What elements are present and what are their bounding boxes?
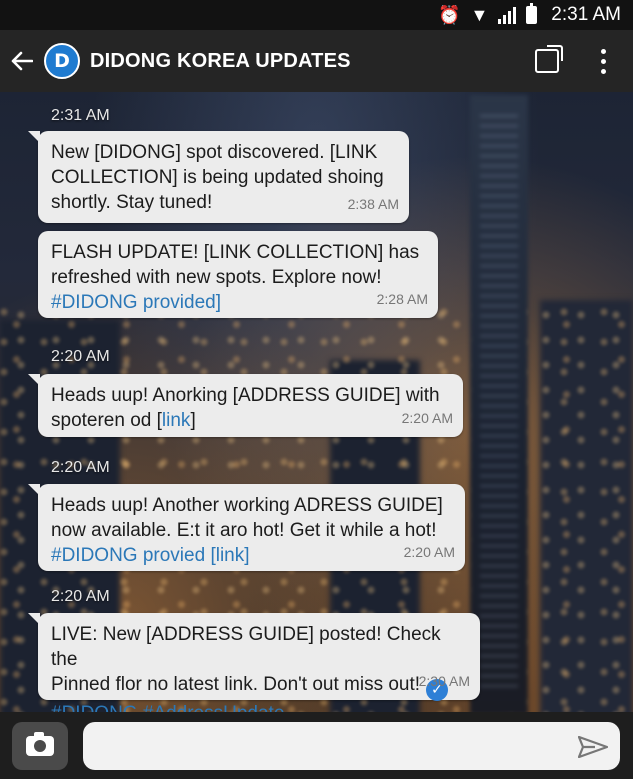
- square-icon[interactable]: [535, 45, 563, 73]
- battery-icon: [526, 3, 538, 24]
- more-vert-icon[interactable]: [601, 48, 606, 74]
- app-bar: D DIDONG KOREA UPDATES: [0, 30, 633, 92]
- timestamp: 2:20 AM: [51, 348, 110, 365]
- message-bubble[interactable]: Heads uup! Anorking [ADDRESS GUIDE] with…: [28, 374, 463, 437]
- message-bubble[interactable]: LIVE: New [ADDRESS GUIDE] posted! Check …: [28, 613, 480, 724]
- message-text: New [DIDONG] spot discovered. [LINK: [51, 142, 378, 163]
- message-text: COLLECTION] is being updated shoing: [51, 167, 384, 188]
- message-input[interactable]: [83, 722, 620, 770]
- message-bubble[interactable]: New [DIDONG] spot discovered. [LINK COLL…: [28, 131, 409, 223]
- message-bubble[interactable]: FLASH UPDATE! [LINK COLLECTION] has refr…: [38, 231, 438, 318]
- chat-title[interactable]: DIDONG KOREA UPDATES: [90, 50, 351, 73]
- input-bar: [0, 712, 633, 779]
- avatar[interactable]: D: [44, 43, 80, 79]
- signal-icon: [498, 6, 517, 24]
- send-icon[interactable]: [578, 736, 608, 758]
- message-text: Pinned flor no latest link. Don't out mi…: [51, 672, 466, 701]
- message-bubble[interactable]: Heads uup! Another working ADRESS GUIDE]…: [28, 484, 465, 571]
- timestamp: 2:31 AM: [51, 107, 110, 124]
- status-time: 2:31 AM: [551, 4, 621, 25]
- message-text: spoteren od [link]: [51, 410, 196, 431]
- message-link[interactable]: link: [162, 410, 191, 431]
- back-arrow-icon[interactable]: [0, 30, 44, 92]
- camera-icon: [26, 732, 54, 756]
- message-time: 2:38 AM: [347, 196, 399, 212]
- message-time: 2:30 AM: [418, 673, 470, 689]
- message-text: refreshed with new spots. Explore now!: [51, 267, 382, 288]
- hashtag-link[interactable]: #DIDONG provied [link]: [51, 543, 451, 568]
- message-text: now available. E:t it aro hot! Get it wh…: [51, 520, 437, 541]
- camera-button[interactable]: [12, 722, 68, 770]
- timestamp: 2:20 AM: [51, 588, 110, 605]
- avatar-letter: D: [54, 50, 70, 72]
- wifi-icon: ▼: [470, 5, 489, 25]
- message-text: shortly. Stay tuned!: [51, 192, 213, 213]
- message-text: Heads uup! Anorking [ADDRESS GUIDE] with: [51, 385, 440, 406]
- message-time: 2:28 AM: [376, 291, 428, 307]
- status-bar: ⏰ ▼ 2:31 AM: [0, 0, 633, 30]
- message-text: LIVE: New [ADDRESS GUIDE] posted! Check …: [51, 624, 441, 670]
- message-text: Heads uup! Another working ADRESS GUIDE]: [51, 495, 443, 516]
- message-text: FLASH UPDATE! [LINK COLLECTION] has: [51, 242, 420, 263]
- alarm-icon: ⏰: [438, 5, 461, 25]
- timestamp: 2:20 AM: [51, 459, 110, 476]
- message-time: 2:20 AM: [403, 544, 455, 560]
- message-time: 2:20 AM: [401, 410, 453, 426]
- hashtag-link[interactable]: #DIDONG provided]: [51, 290, 424, 315]
